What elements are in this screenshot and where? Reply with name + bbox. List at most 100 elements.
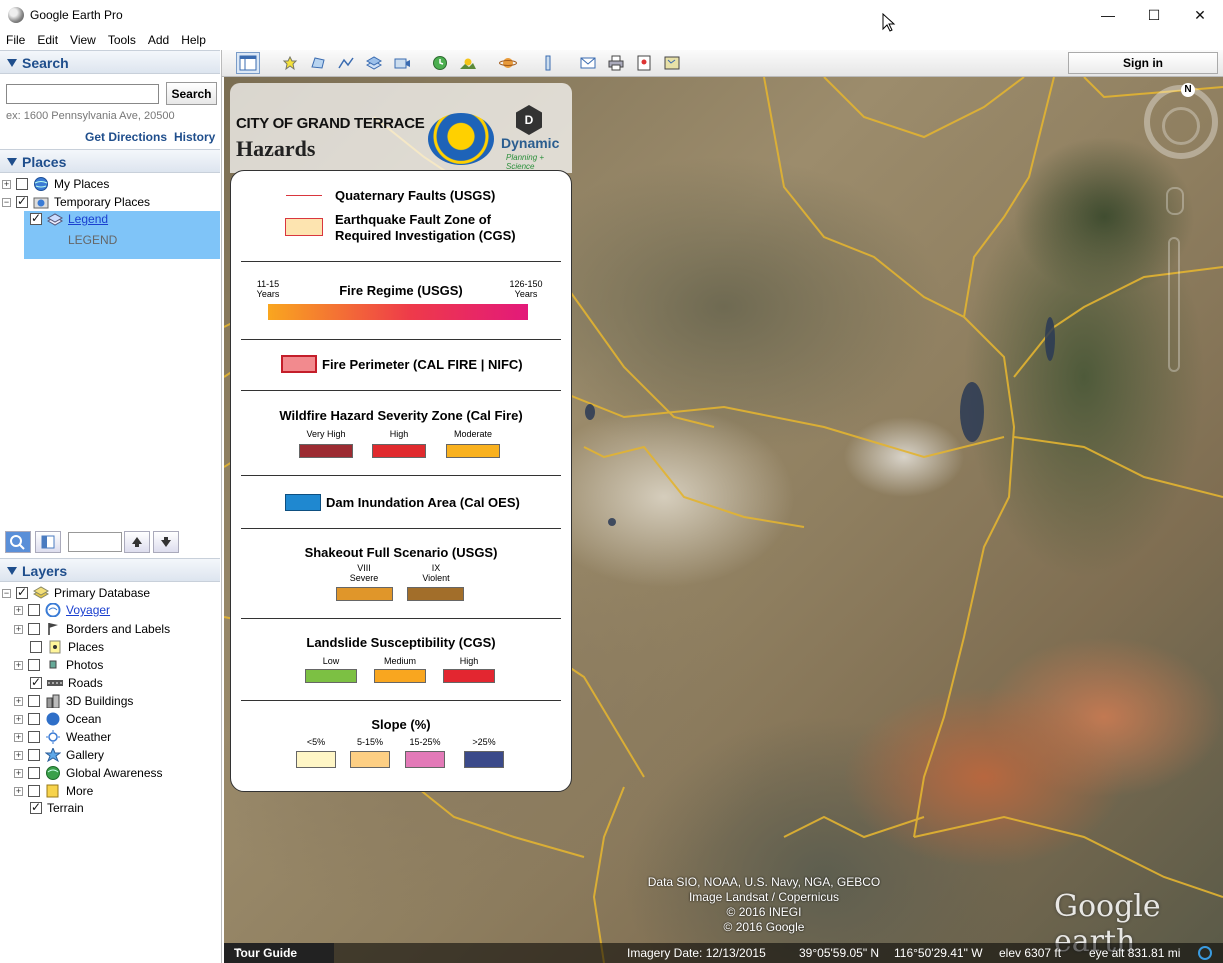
hide-sidebar-button[interactable] xyxy=(236,52,260,74)
menu-file[interactable]: File xyxy=(0,30,31,50)
get-directions-link[interactable]: Get Directions xyxy=(85,130,167,144)
collapse-icon[interactable]: − xyxy=(2,588,11,598)
layer-item-weather[interactable]: + Weather xyxy=(14,728,111,746)
street-view-pegman-icon[interactable] xyxy=(1166,187,1184,215)
temporary-places-checkbox[interactable] xyxy=(16,194,28,208)
ruler-button[interactable] xyxy=(536,52,560,74)
my-places-checkbox[interactable] xyxy=(16,178,28,190)
landslide-medium-swatch xyxy=(374,669,426,683)
global-awareness-icon xyxy=(46,766,60,780)
map-view[interactable]: CITY OF GRAND TERRACE Hazards D Dynamic … xyxy=(224,77,1223,963)
zoom-slider[interactable] xyxy=(1168,237,1180,372)
menu-help[interactable]: Help xyxy=(175,30,212,50)
expand-icon[interactable]: + xyxy=(14,786,23,796)
gallery-checkbox[interactable] xyxy=(28,749,40,761)
menu-tools[interactable]: Tools xyxy=(102,30,142,50)
search-button[interactable]: Search xyxy=(166,82,217,105)
switch-planet-button[interactable] xyxy=(496,52,520,74)
add-polygon-button[interactable] xyxy=(306,52,330,74)
minimize-button[interactable]: — xyxy=(1085,0,1131,30)
places-panel-header[interactable]: Places xyxy=(0,149,220,173)
ocean-checkbox[interactable] xyxy=(28,713,40,725)
places-item-temporary-places[interactable]: − Temporary Places xyxy=(2,193,150,211)
historical-imagery-button[interactable] xyxy=(428,52,452,74)
3d-buildings-checkbox[interactable] xyxy=(28,695,40,707)
weather-checkbox[interactable] xyxy=(28,731,40,743)
search-panel-header[interactable]: Search xyxy=(0,50,220,74)
layer-item-ocean[interactable]: + Ocean xyxy=(14,710,101,728)
expand-icon[interactable]: + xyxy=(14,768,23,778)
sign-in-button[interactable]: Sign in xyxy=(1068,52,1218,74)
print-button[interactable] xyxy=(604,52,628,74)
save-image-button[interactable] xyxy=(632,52,656,74)
add-path-button[interactable] xyxy=(334,52,358,74)
expand-icon[interactable]: + xyxy=(14,732,23,742)
expand-icon[interactable]: + xyxy=(14,750,23,760)
close-button[interactable]: ✕ xyxy=(1177,0,1223,30)
layer-item-primary-database[interactable]: − Primary Database xyxy=(2,584,150,602)
roads-checkbox[interactable] xyxy=(30,675,42,689)
expand-icon[interactable]: + xyxy=(14,660,23,670)
collapse-icon[interactable]: − xyxy=(2,197,11,207)
legend-checkbox[interactable] xyxy=(30,211,42,225)
places-filter-input[interactable] xyxy=(68,532,122,552)
toggle-panel-button[interactable] xyxy=(35,531,61,553)
expand-icon[interactable]: + xyxy=(14,624,23,634)
compass-north-icon[interactable]: N xyxy=(1181,83,1195,97)
maximize-button[interactable]: ☐ xyxy=(1131,0,1177,30)
primary-database-checkbox[interactable] xyxy=(16,585,28,599)
search-input[interactable] xyxy=(6,84,159,104)
sidebar-icon xyxy=(239,55,257,71)
photo-icon xyxy=(49,660,57,669)
borders-and-labels-checkbox[interactable] xyxy=(28,623,40,635)
layer-item-gallery[interactable]: + Gallery xyxy=(14,746,104,764)
look-joystick[interactable] xyxy=(1162,107,1200,145)
terrain-checkbox[interactable] xyxy=(30,800,42,814)
voyager-checkbox[interactable] xyxy=(28,604,40,616)
layer-item-terrain[interactable]: Terrain xyxy=(30,799,84,817)
expand-icon[interactable]: + xyxy=(2,179,11,189)
layers-stack-icon xyxy=(33,586,49,599)
places-item-my-places[interactable]: + My Places xyxy=(2,175,109,193)
email-button[interactable] xyxy=(576,52,600,74)
layer-item-more[interactable]: + More xyxy=(14,782,93,800)
menu-edit[interactable]: Edit xyxy=(31,30,64,50)
menu-add[interactable]: Add xyxy=(142,30,175,50)
places-layer-checkbox[interactable] xyxy=(30,641,42,653)
add-placemark-button[interactable] xyxy=(278,52,302,74)
layer-item-3d-buildings[interactable]: + 3D Buildings xyxy=(14,692,133,710)
layer-item-borders-and-labels[interactable]: + Borders and Labels xyxy=(14,620,170,638)
path-icon xyxy=(338,57,354,69)
photos-checkbox[interactable] xyxy=(28,659,40,671)
move-down-button[interactable] xyxy=(153,531,179,553)
legend-link[interactable]: Legend xyxy=(68,212,108,226)
layer-item-global-awareness[interactable]: + Global Awareness xyxy=(14,764,163,782)
menu-view[interactable]: View xyxy=(64,30,102,50)
wildfire-class-high: High xyxy=(389,429,409,439)
longitude-readout: 116°50'29.41" W xyxy=(894,946,983,960)
expand-icon[interactable]: + xyxy=(14,605,23,615)
move-up-button[interactable] xyxy=(124,531,150,553)
record-tour-button[interactable] xyxy=(390,52,414,74)
arrow-up-icon xyxy=(132,537,142,547)
layers-panel-header[interactable]: Layers xyxy=(0,558,220,582)
history-link[interactable]: History xyxy=(174,130,215,144)
weather-sun-icon xyxy=(46,730,60,744)
places-item-legend[interactable]: Legend xyxy=(30,210,108,228)
view-in-maps-button[interactable] xyxy=(660,52,684,74)
layer-item-photos[interactable]: + Photos xyxy=(14,656,103,674)
layer-item-voyager[interactable]: + Voyager xyxy=(14,601,110,619)
more-checkbox[interactable] xyxy=(28,785,40,797)
panel-icon xyxy=(41,535,55,549)
add-image-overlay-button[interactable] xyxy=(362,52,386,74)
global-awareness-checkbox[interactable] xyxy=(28,767,40,779)
layer-item-roads[interactable]: Roads xyxy=(30,674,103,692)
search-places-button[interactable] xyxy=(5,531,31,553)
sunlight-button[interactable] xyxy=(456,52,480,74)
expand-icon[interactable]: + xyxy=(14,714,23,724)
fire-regime-title: Fire Regime (USGS) xyxy=(339,283,463,298)
slope-15-25-swatch xyxy=(405,751,445,768)
layer-item-places[interactable]: Places xyxy=(30,638,104,656)
tour-guide-button[interactable]: ⌃ Tour Guide xyxy=(224,943,334,963)
expand-icon[interactable]: + xyxy=(14,696,23,706)
